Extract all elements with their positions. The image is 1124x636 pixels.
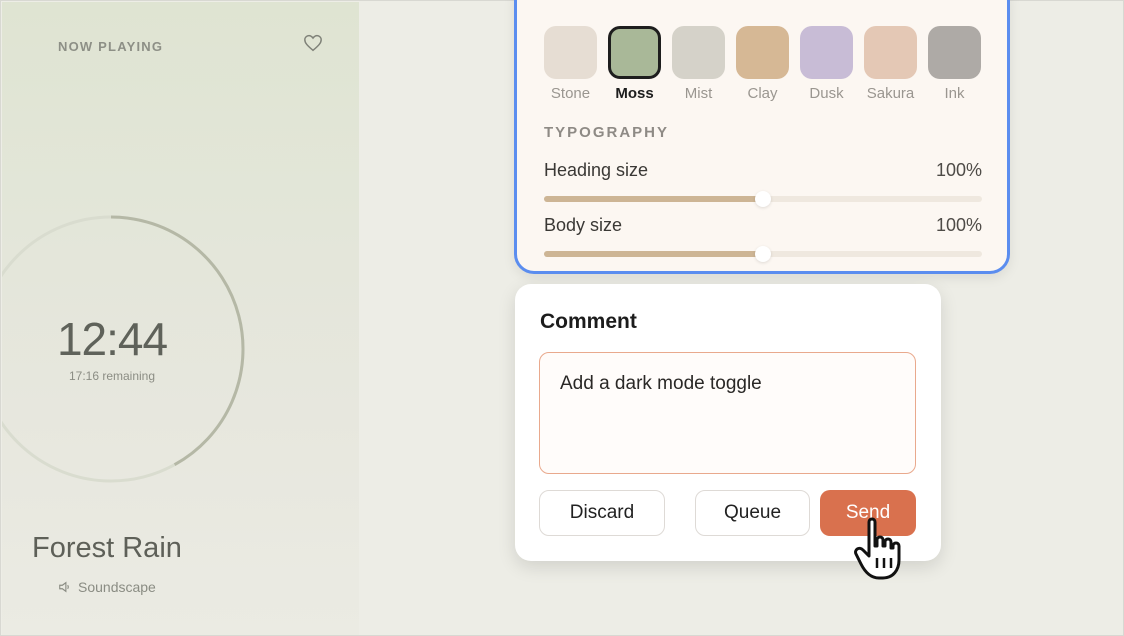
swatch-label: Stone (550, 85, 591, 102)
swatch-label: Moss (615, 85, 654, 102)
swatch-color[interactable] (864, 26, 917, 79)
body-size-thumb[interactable] (755, 246, 771, 262)
swatch-color[interactable] (928, 26, 981, 79)
body-size-label: Body size (544, 215, 623, 235)
queue-button[interactable]: Queue (695, 490, 810, 536)
speaker-icon (59, 581, 69, 593)
app-frame: NOW PLAYING 12:44 17:16 remaining Forest… (0, 0, 1124, 636)
swatch-stone[interactable]: Stone (544, 26, 597, 102)
swatch-color[interactable] (800, 26, 853, 79)
swatch-sakura[interactable]: Sakura (864, 26, 917, 102)
body-size-slider[interactable]: Body size 100% (544, 215, 982, 262)
heading-size-track[interactable] (544, 191, 982, 207)
track-subtitle: Soundscape (58, 579, 156, 595)
remaining-time: 17:16 remaining (68, 369, 156, 383)
track-title: Forest Rain (32, 532, 182, 564)
swatch-moss[interactable]: Moss (608, 26, 661, 102)
heading-size-label: Heading size (544, 160, 649, 180)
swatch-label: Sakura (866, 85, 915, 102)
body-size-fill (544, 251, 763, 257)
swatch-color[interactable] (736, 26, 789, 79)
heart-icon[interactable] (303, 34, 323, 52)
swatch-label: Dusk (809, 85, 844, 102)
swatch-mist[interactable]: Mist (672, 26, 725, 102)
swatch-ink[interactable]: Ink (928, 26, 981, 102)
swatch-label: Mist (684, 85, 713, 102)
body-size-track[interactable] (544, 246, 982, 262)
hand-cursor-icon (854, 517, 901, 580)
comment-input[interactable]: Add a dark mode toggle (539, 352, 916, 474)
heading-size-slider[interactable]: Heading size 100% (544, 160, 982, 207)
heading-size-fill (544, 196, 763, 202)
heading-size-thumb[interactable] (755, 191, 771, 207)
now-playing-label: NOW PLAYING (58, 39, 164, 54)
color-swatch-list: Stone Moss Mist Clay Dusk Sakura Ink (544, 26, 981, 102)
comment-title: Comment (540, 310, 637, 333)
elapsed-time: 12:44 (56, 313, 168, 365)
discard-button[interactable]: Discard (539, 490, 665, 536)
swatch-label: Ink (944, 85, 965, 102)
track-subtitle-text: Soundscape (78, 579, 156, 595)
typography-heading: TYPOGRAPHY (544, 124, 670, 141)
swatch-label: Clay (747, 85, 778, 102)
body-size-value: 100% (935, 215, 982, 235)
swatch-color[interactable] (608, 26, 661, 79)
now-playing-panel: NOW PLAYING 12:44 17:16 remaining Forest… (2, 2, 359, 635)
theme-settings-card: Stone Moss Mist Clay Dusk Sakura Ink TYPOGRAPH… (514, 0, 1010, 274)
swatch-clay[interactable]: Clay (736, 26, 789, 102)
swatch-dusk[interactable]: Dusk (800, 26, 853, 102)
swatch-color[interactable] (672, 26, 725, 79)
heading-size-value: 100% (935, 160, 982, 180)
swatch-color[interactable] (544, 26, 597, 79)
